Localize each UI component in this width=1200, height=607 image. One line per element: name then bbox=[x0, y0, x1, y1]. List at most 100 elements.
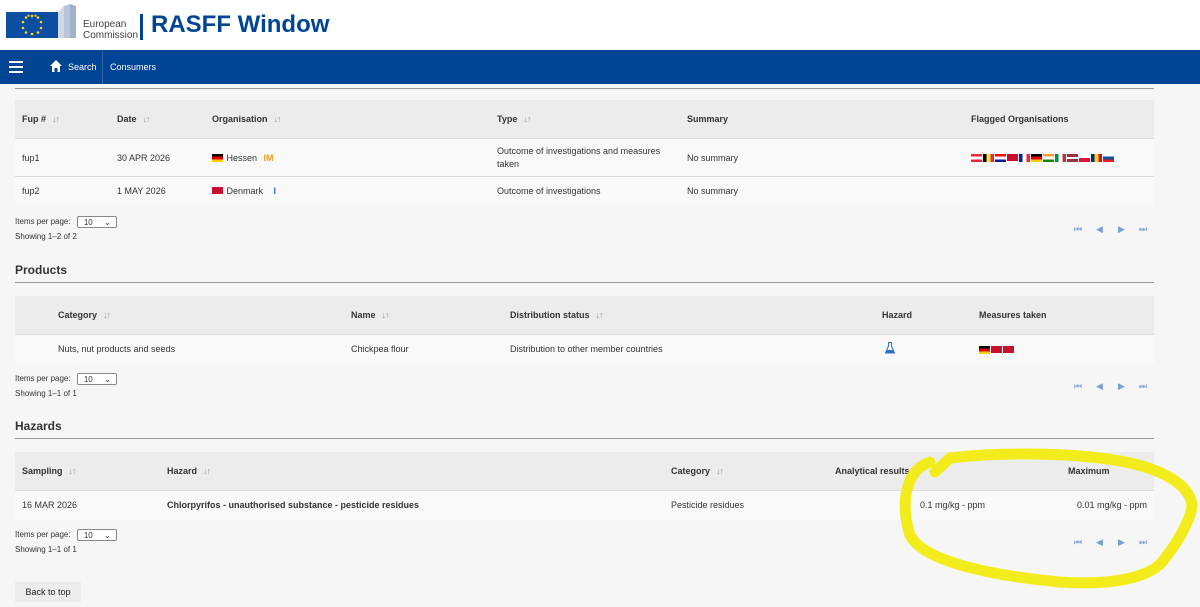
first-page-icon[interactable]: ⏮ bbox=[1074, 381, 1082, 392]
poland-flag-icon bbox=[1079, 154, 1090, 163]
col-name[interactable]: Name ↓↑ bbox=[351, 296, 510, 335]
col-date[interactable]: Date ↓↑ bbox=[117, 100, 212, 139]
sort-icon: ↓↑ bbox=[523, 114, 531, 124]
pagination: ⏮ ◀ ▶ ⏭ bbox=[1074, 224, 1149, 234]
col-hazard[interactable]: Hazard ↓↑ bbox=[167, 452, 671, 491]
title-divider bbox=[140, 14, 143, 40]
next-page-icon[interactable]: ▶ bbox=[1118, 537, 1125, 548]
india-flag-icon bbox=[1043, 154, 1054, 163]
items-per-page-select[interactable]: 10 ⌄ bbox=[76, 373, 117, 385]
product-distribution: Distribution to other member countries bbox=[510, 334, 882, 364]
maximum-value: 0.01 mg/kg - ppm bbox=[985, 490, 1154, 520]
flagged-organisations-flags bbox=[971, 176, 1154, 205]
european-commission-logo bbox=[6, 4, 76, 38]
slovakia-flag-icon bbox=[1103, 154, 1114, 163]
table-row[interactable]: Nuts, nut products and seeds Chickpea fl… bbox=[15, 334, 1154, 364]
sort-icon: ↓↑ bbox=[68, 466, 77, 476]
prev-page-icon[interactable]: ◀ bbox=[1096, 224, 1103, 235]
hazard-cell bbox=[882, 334, 979, 364]
col-distribution-status[interactable]: Distribution status ↓↑ bbox=[510, 296, 882, 335]
fup-type: Outcome of investigations bbox=[497, 176, 687, 205]
prev-page-icon[interactable]: ◀ bbox=[1096, 381, 1103, 392]
germany-flag-icon bbox=[1031, 154, 1042, 163]
back-to-top-button[interactable]: Back to top bbox=[15, 582, 81, 602]
denmark-flag-icon bbox=[212, 187, 223, 196]
nav-search-link[interactable]: Search bbox=[68, 62, 97, 72]
col-fup[interactable]: Fup # ↓↑ bbox=[15, 100, 117, 139]
showing-count: Showing 1–2 of 2 bbox=[15, 232, 77, 241]
denmark-flag-icon bbox=[1007, 154, 1018, 163]
fup-date: 1 MAY 2026 bbox=[117, 176, 212, 205]
sort-icon: ↓↑ bbox=[142, 114, 151, 124]
next-page-icon[interactable]: ▶ bbox=[1118, 224, 1125, 235]
analytical-result: 0.1 mg/kg - ppm bbox=[835, 490, 986, 520]
table-row[interactable]: 16 MAR 2026 Chlorpyrifos - unauthorised … bbox=[15, 490, 1154, 520]
sort-icon: ↓↑ bbox=[203, 466, 211, 476]
col-type[interactable]: Type ↓↑ bbox=[497, 100, 687, 139]
home-icon[interactable] bbox=[49, 59, 63, 73]
product-category: Nuts, nut products and seeds bbox=[15, 334, 351, 364]
col-measures-taken: Measures taken bbox=[979, 296, 1154, 335]
section-rule bbox=[15, 88, 1154, 89]
table-row[interactable]: fup1 30 APR 2026 Hessen IM Outcome of in… bbox=[15, 138, 1154, 177]
croatia-flag-icon bbox=[995, 154, 1006, 163]
hazard-sampling-date: 16 MAR 2026 bbox=[15, 490, 167, 520]
org-name: European Commission bbox=[83, 19, 139, 41]
fup-organisation: Denmark I bbox=[212, 176, 497, 205]
hazard-name: Chlorpyrifos - unauthorised substance - … bbox=[167, 490, 671, 520]
romania-flag-icon bbox=[1091, 154, 1102, 163]
germany-flag-icon bbox=[979, 345, 990, 354]
section-rule bbox=[15, 282, 1154, 283]
menu-icon[interactable] bbox=[9, 61, 23, 73]
flagged-organisations-flags bbox=[971, 138, 1154, 177]
section-title-hazards: Hazards bbox=[15, 419, 62, 433]
table-row[interactable]: fup2 1 MAY 2026 Denmark I Outcome of inv… bbox=[15, 176, 1154, 205]
sort-icon: ↓↑ bbox=[381, 310, 390, 320]
products-table: Category ↓↑ Name ↓↑ Distribution status ↓↑ … bbox=[15, 296, 1154, 364]
fup-id: fup1 bbox=[15, 138, 117, 177]
prev-page-icon[interactable]: ◀ bbox=[1096, 537, 1103, 548]
pagination: ⏮ ◀ ▶ ⏭ bbox=[1074, 381, 1149, 391]
sort-icon: ↓↑ bbox=[273, 114, 282, 124]
first-page-icon[interactable]: ⏮ bbox=[1074, 537, 1082, 548]
col-organisation[interactable]: Organisation ↓↑ bbox=[212, 100, 497, 139]
italy-flag-icon bbox=[1055, 154, 1066, 163]
nav-bar: Search bbox=[0, 50, 1200, 84]
followups-table: Fup # ↓↑ Date ↓↑ Organisation ↓↑ Type ↓↑ Sum… bbox=[15, 100, 1154, 205]
product-name: Chickpea flour bbox=[351, 334, 510, 364]
col-analytical-results: Analytical results bbox=[835, 452, 986, 491]
items-per-page-select[interactable]: 10 ⌄ bbox=[76, 529, 117, 541]
flask-icon[interactable] bbox=[885, 342, 895, 354]
austria-flag-icon bbox=[971, 154, 982, 163]
col-category[interactable]: Category ↓↑ bbox=[671, 452, 835, 491]
hazard-category: Pesticide residues bbox=[671, 490, 835, 520]
org-badge: I bbox=[273, 185, 277, 196]
sort-icon: ↓↑ bbox=[52, 114, 60, 124]
fup-summary: No summary bbox=[687, 176, 971, 205]
col-sampling[interactable]: Sampling ↓↑ bbox=[15, 452, 167, 491]
fup-date: 30 APR 2026 bbox=[117, 138, 212, 177]
last-page-icon[interactable]: ⏭ bbox=[1139, 381, 1147, 392]
measures-taken-flags bbox=[979, 334, 1154, 364]
showing-count: Showing 1–1 of 1 bbox=[15, 545, 77, 554]
top-header: European Commission RASFF Window bbox=[0, 0, 1200, 50]
nav-consumers-link[interactable]: Consumers bbox=[110, 62, 156, 72]
col-hazard: Hazard bbox=[882, 296, 979, 335]
fup-type: Outcome of investigations and measures t… bbox=[497, 138, 687, 177]
items-per-page: Items per page: 10 ⌄ bbox=[15, 373, 117, 385]
col-flagged-organisations: Flagged Organisations bbox=[971, 100, 1154, 139]
col-category[interactable]: Category ↓↑ bbox=[15, 296, 351, 335]
nav-separator bbox=[102, 50, 103, 84]
belgium-flag-icon bbox=[983, 154, 994, 163]
items-per-page-select[interactable]: 10 ⌄ bbox=[76, 216, 117, 228]
france-flag-icon bbox=[1019, 154, 1030, 163]
fup-organisation: Hessen IM bbox=[212, 138, 497, 177]
first-page-icon[interactable]: ⏮ bbox=[1074, 224, 1082, 235]
items-per-page: Items per page: 10 ⌄ bbox=[15, 529, 117, 541]
fup-summary: No summary bbox=[687, 138, 971, 177]
last-page-icon[interactable]: ⏭ bbox=[1139, 537, 1147, 548]
hazards-table: Sampling ↓↑ Hazard ↓↑ Category ↓↑ Analytica… bbox=[15, 452, 1154, 520]
items-per-page: Items per page: 10 ⌄ bbox=[15, 216, 117, 228]
last-page-icon[interactable]: ⏭ bbox=[1139, 224, 1147, 235]
next-page-icon[interactable]: ▶ bbox=[1118, 381, 1125, 392]
